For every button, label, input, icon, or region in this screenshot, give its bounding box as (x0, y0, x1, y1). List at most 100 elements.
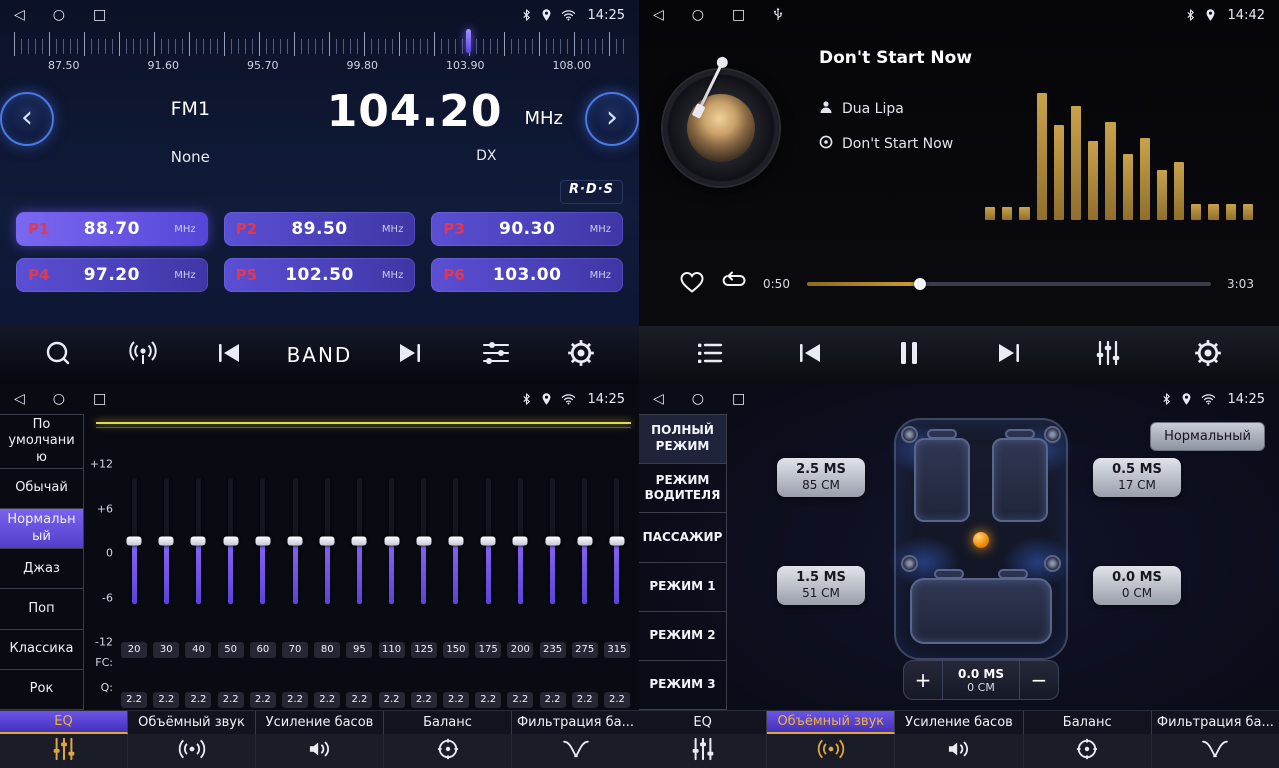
eq-band-slider[interactable] (260, 478, 265, 604)
eq-slider-handle[interactable] (545, 537, 560, 546)
surround-mode-item[interactable]: РЕЖИМ 3 (639, 661, 726, 710)
radio-preset-p6[interactable]: P6103.00MHz (431, 258, 623, 292)
tab-1[interactable]: EQ (639, 711, 767, 734)
eq-slider-handle[interactable] (513, 537, 528, 546)
progress-slider[interactable] (807, 282, 1211, 286)
scan-button[interactable] (30, 333, 86, 377)
nav-home-icon[interactable]: ○ (53, 8, 65, 22)
tuning-pointer[interactable] (466, 29, 471, 53)
surround-mode-item[interactable]: ПАССАЖИР (639, 513, 726, 562)
eq-band-slider[interactable] (164, 478, 169, 604)
eq-band-slider[interactable] (582, 478, 587, 604)
tune-up-button[interactable]: › (585, 92, 639, 146)
pause-button[interactable] (881, 333, 937, 377)
next-track-button[interactable] (981, 333, 1037, 377)
eq-band-slider[interactable] (196, 478, 201, 604)
eq-band-slider[interactable] (293, 478, 298, 604)
front-left-delay-chip[interactable]: 2.5 MS 85 CM (777, 458, 865, 497)
nav-back-icon[interactable]: ◁ (14, 8, 25, 22)
listening-position-marker[interactable] (973, 532, 989, 548)
settings-button[interactable] (1180, 333, 1236, 377)
previous-track-button[interactable] (782, 333, 838, 377)
tab-eq-button[interactable] (0, 734, 128, 768)
eq-slider-handle[interactable] (448, 537, 463, 546)
tab-1[interactable]: EQ (0, 711, 128, 734)
nav-recent-icon[interactable]: □ (93, 8, 106, 22)
nav-back-icon[interactable]: ◁ (653, 8, 664, 22)
tab-balance-button[interactable] (1024, 734, 1152, 768)
eq-slider-handle[interactable] (288, 537, 303, 546)
tab-3[interactable]: Усиление басов (895, 711, 1023, 734)
tab-4[interactable]: Баланс (1024, 711, 1152, 734)
eq-preset-item[interactable]: Классика (0, 630, 83, 670)
eq-slider-handle[interactable] (352, 537, 367, 546)
tab-2[interactable]: Объёмный звук (128, 711, 256, 734)
eq-slider-handle[interactable] (609, 537, 624, 546)
nav-recent-icon[interactable]: □ (93, 392, 106, 406)
eq-slider-handle[interactable] (127, 537, 142, 546)
rear-left-delay-chip[interactable]: 1.5 MS 51 CM (777, 566, 865, 605)
favorite-button[interactable] (679, 270, 705, 298)
eq-slider-handle[interactable] (481, 537, 496, 546)
eq-slider-handle[interactable] (159, 537, 174, 546)
eq-slider-handle[interactable] (223, 537, 238, 546)
nav-back-icon[interactable]: ◁ (653, 392, 664, 406)
eq-band-slider[interactable] (550, 478, 555, 604)
nav-back-icon[interactable]: ◁ (14, 392, 25, 406)
tab-surround-button[interactable] (767, 734, 895, 768)
delay-decrease-button[interactable]: − (1020, 661, 1058, 699)
nav-recent-icon[interactable]: □ (732, 8, 745, 22)
sound-preset-button[interactable]: Нормальный (1150, 422, 1265, 451)
tab-4[interactable]: Баланс (384, 711, 512, 734)
eq-slider-handle[interactable] (320, 537, 335, 546)
eq-preset-item[interactable]: Обычай (0, 469, 83, 509)
playlist-button[interactable] (682, 333, 738, 377)
nav-home-icon[interactable]: ○ (692, 392, 704, 406)
nav-home-icon[interactable]: ○ (692, 8, 704, 22)
tab-5[interactable]: Фильтрация ба... (512, 711, 639, 734)
broadcast-button[interactable] (115, 333, 171, 377)
tab-2[interactable]: Объёмный звук (767, 711, 895, 734)
tab-surround-button[interactable] (128, 734, 256, 768)
eq-band-slider[interactable] (389, 478, 394, 604)
rear-right-delay-chip[interactable]: 0.0 MS 0 CM (1093, 566, 1181, 605)
front-right-delay-chip[interactable]: 0.5 MS 17 CM (1093, 458, 1181, 497)
surround-mode-item[interactable]: РЕЖИМ 2 (639, 612, 726, 661)
band-button[interactable]: BAND (287, 333, 353, 377)
eq-slider-handle[interactable] (577, 537, 592, 546)
radio-preset-p4[interactable]: P497.20MHz (16, 258, 208, 292)
nav-recent-icon[interactable]: □ (732, 392, 745, 406)
eq-preset-item[interactable]: Рок (0, 670, 83, 710)
settings-button[interactable] (553, 333, 609, 377)
tab-balance-button[interactable] (384, 734, 512, 768)
radio-preset-p3[interactable]: P390.30MHz (431, 212, 623, 246)
tab-bass-button[interactable] (895, 734, 1023, 768)
eq-slider-handle[interactable] (384, 537, 399, 546)
eq-preset-item[interactable]: Нормальный (0, 509, 83, 549)
radio-preset-p5[interactable]: P5102.50MHz (224, 258, 416, 292)
eq-preset-item[interactable]: Джаз (0, 549, 83, 589)
eq-band-slider[interactable] (357, 478, 362, 604)
tab-5[interactable]: Фильтрация ба... (1152, 711, 1279, 734)
mixer-button[interactable] (1080, 333, 1136, 377)
eq-slider-handle[interactable] (191, 537, 206, 546)
album-art[interactable] (663, 70, 779, 186)
eq-band-slider[interactable] (614, 478, 619, 604)
surround-mode-item[interactable]: РЕЖИМ 1 (639, 563, 726, 612)
tab-filter-button[interactable] (512, 734, 639, 768)
eq-band-slider[interactable] (518, 478, 523, 604)
eq-preset-item[interactable]: Поп (0, 589, 83, 629)
eq-band-slider[interactable] (421, 478, 426, 604)
surround-mode-item[interactable]: ПОЛНЫЙ РЕЖИМ (639, 415, 726, 464)
equalizer-button[interactable] (468, 333, 524, 377)
eq-slider-handle[interactable] (416, 537, 431, 546)
eq-band-slider[interactable] (453, 478, 458, 604)
radio-preset-p2[interactable]: P289.50MHz (224, 212, 416, 246)
eq-band-slider[interactable] (228, 478, 233, 604)
tab-eq-button[interactable] (639, 734, 767, 768)
eq-band-slider[interactable] (325, 478, 330, 604)
tune-down-button[interactable]: ‹ (0, 92, 54, 146)
seek-down-button[interactable] (201, 333, 257, 377)
delay-increase-button[interactable]: + (904, 661, 942, 699)
surround-mode-item[interactable]: РЕЖИМ ВОДИТЕЛЯ (639, 464, 726, 513)
